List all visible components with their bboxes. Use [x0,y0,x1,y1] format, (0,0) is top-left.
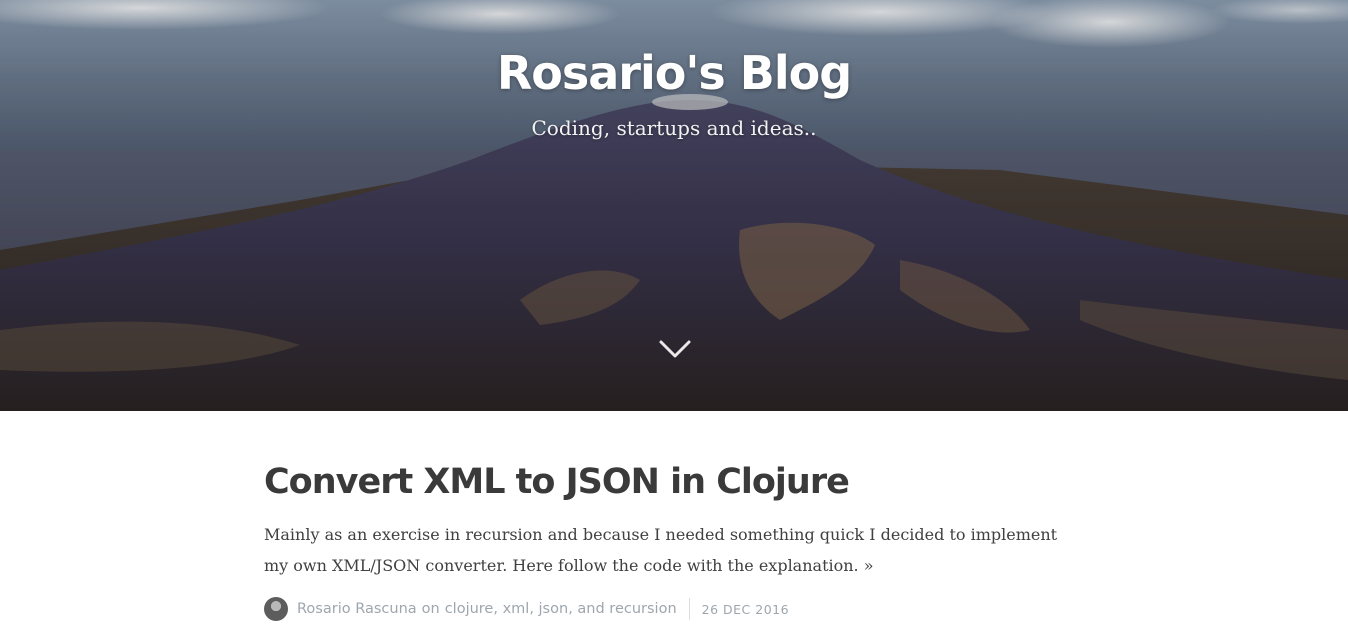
tag-link-json[interactable]: json [539,601,569,617]
tag-list: clojure, xml, json, and recursion [445,601,677,617]
post-meta: Rosario Rascuna on clojure, xml, json, a… [264,596,789,622]
tag-link-recursion[interactable]: recursion [609,601,676,617]
post-card: Convert XML to JSON in Clojure Mainly as… [264,455,1084,581]
tag-link-clojure[interactable]: clojure [445,601,494,617]
read-more-link[interactable]: » [864,556,874,575]
meta-divider [688,598,690,620]
tag-and-word: and [577,601,605,617]
post-excerpt-text: Mainly as an exercise in recursion and b… [264,525,1058,575]
avatar[interactable] [264,597,288,621]
chevron-down-icon[interactable] [657,336,693,362]
post-excerpt: Mainly as an exercise in recursion and b… [264,519,1084,581]
blog-subtitle: Coding, startups and ideas.. [531,116,817,140]
blog-title: Rosario's Blog [496,46,852,100]
hero-banner: Rosario's Blog Coding, startups and idea… [0,0,1348,411]
post-date: 26 DEC 2016 [701,601,790,617]
tag-separator: , [529,601,534,617]
post-title-link[interactable]: Convert XML to JSON in Clojure [264,455,850,509]
tag-link-xml[interactable]: xml [503,601,530,617]
tag-separator: , [568,601,573,617]
meta-on-word: on [421,601,440,617]
tag-separator: , [493,601,498,617]
author-link[interactable]: Rosario Rascuna [297,601,417,617]
